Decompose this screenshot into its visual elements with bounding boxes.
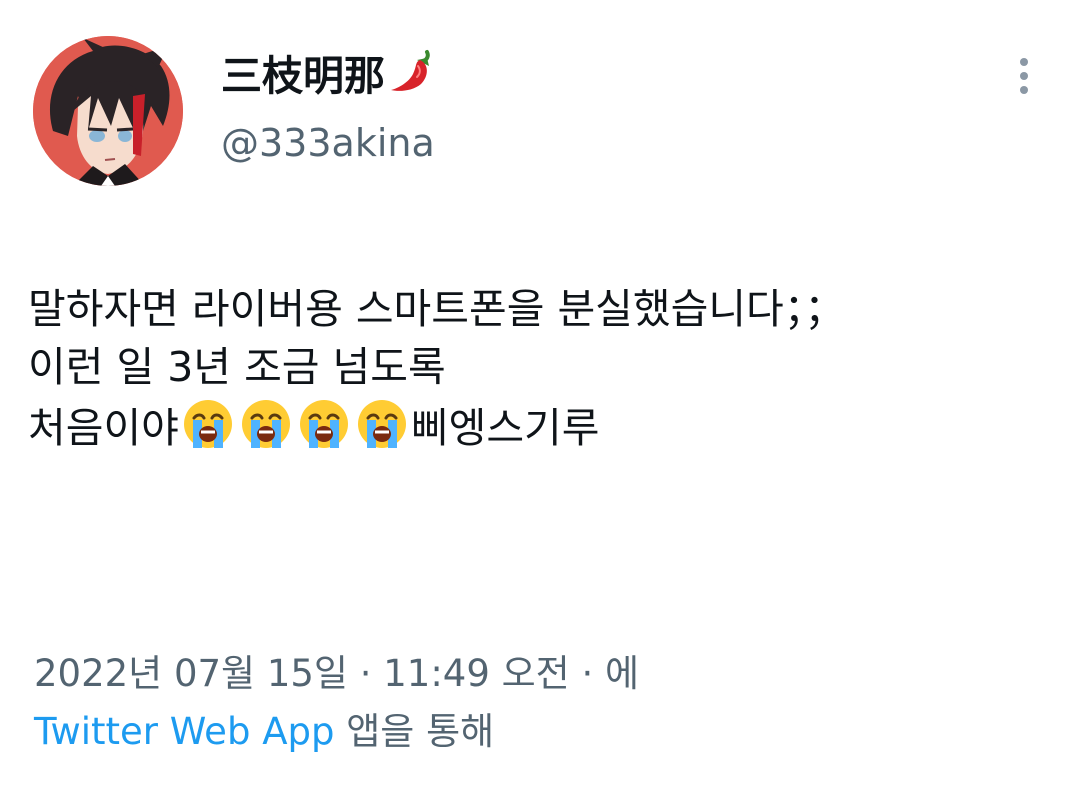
loudly-crying-face-icon: [296, 396, 352, 452]
more-vertical-icon: [1020, 58, 1028, 94]
loudly-crying-face-icon: [238, 396, 294, 452]
tweet-text-line-3-end: 삐엥스기루: [410, 404, 600, 452]
chili-pepper-icon: [387, 46, 437, 106]
user-handle[interactable]: @333akina: [221, 120, 435, 166]
display-name-text: 三枝明那: [221, 52, 385, 100]
loudly-crying-face-icon: [180, 396, 236, 452]
tweet-text: 말하자면 라이버용 스마트폰을 분실했습니다；； 이런 일 3년 조금 넘도록 …: [28, 280, 1068, 457]
anime-character-avatar: [33, 36, 183, 186]
loudly-crying-face-icon: [354, 396, 410, 452]
source-suffix: 앱을 통해: [334, 710, 495, 753]
avatar[interactable]: [33, 36, 183, 186]
tweet-detail: 三枝明那 @333akina 말하자면 라이버용 스마트폰을 분실했습니다；； …: [0, 0, 1080, 792]
tweet-text-line-3-start: 처음이야: [28, 404, 179, 452]
source-app-link[interactable]: Twitter Web App: [34, 710, 334, 753]
more-options-button[interactable]: [1006, 56, 1042, 96]
tweet-text-line-1: 말하자면 라이버용 스마트폰을 분실했습니다；；: [28, 285, 846, 333]
display-name[interactable]: 三枝明那: [221, 50, 437, 106]
tweet-timestamp[interactable]: 2022년 07월 15일 · 11:49 오전 · 에: [34, 648, 639, 700]
tweet-source: Twitter Web App 앱을 통해: [34, 706, 494, 758]
tweet-text-line-3: 처음이야 삐엥스기루: [28, 396, 1068, 457]
tweet-text-line-2: 이런 일 3년 조금 넘도록: [28, 343, 446, 391]
